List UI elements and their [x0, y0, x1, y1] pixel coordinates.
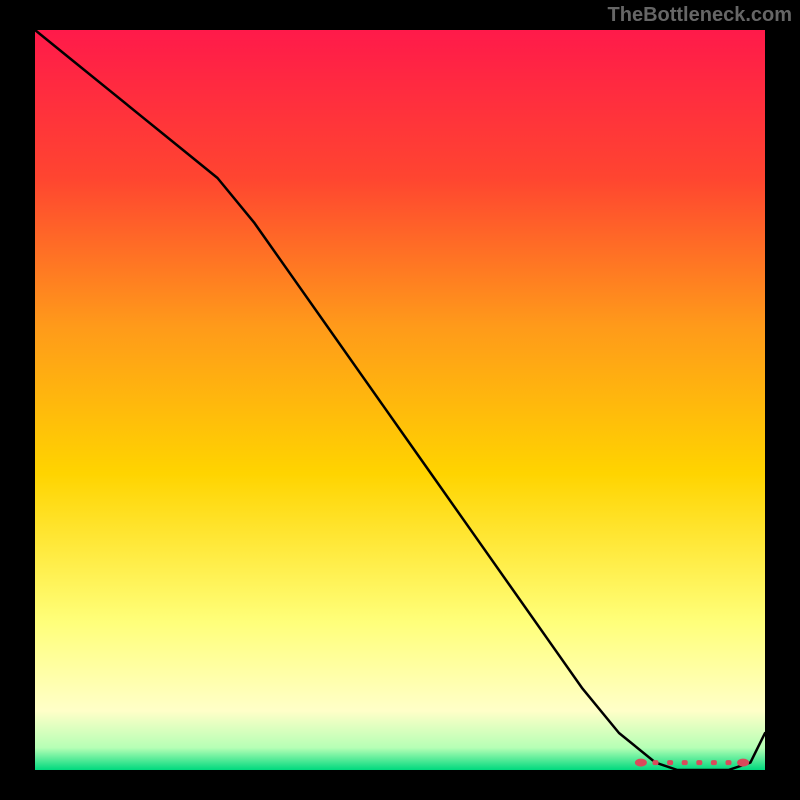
gradient-background: [35, 30, 765, 770]
chart-svg: [35, 30, 765, 770]
watermark-label: TheBottleneck.com: [608, 4, 792, 27]
chart-frame: TheBottleneck.com: [0, 0, 800, 800]
plot-area: [35, 30, 765, 770]
